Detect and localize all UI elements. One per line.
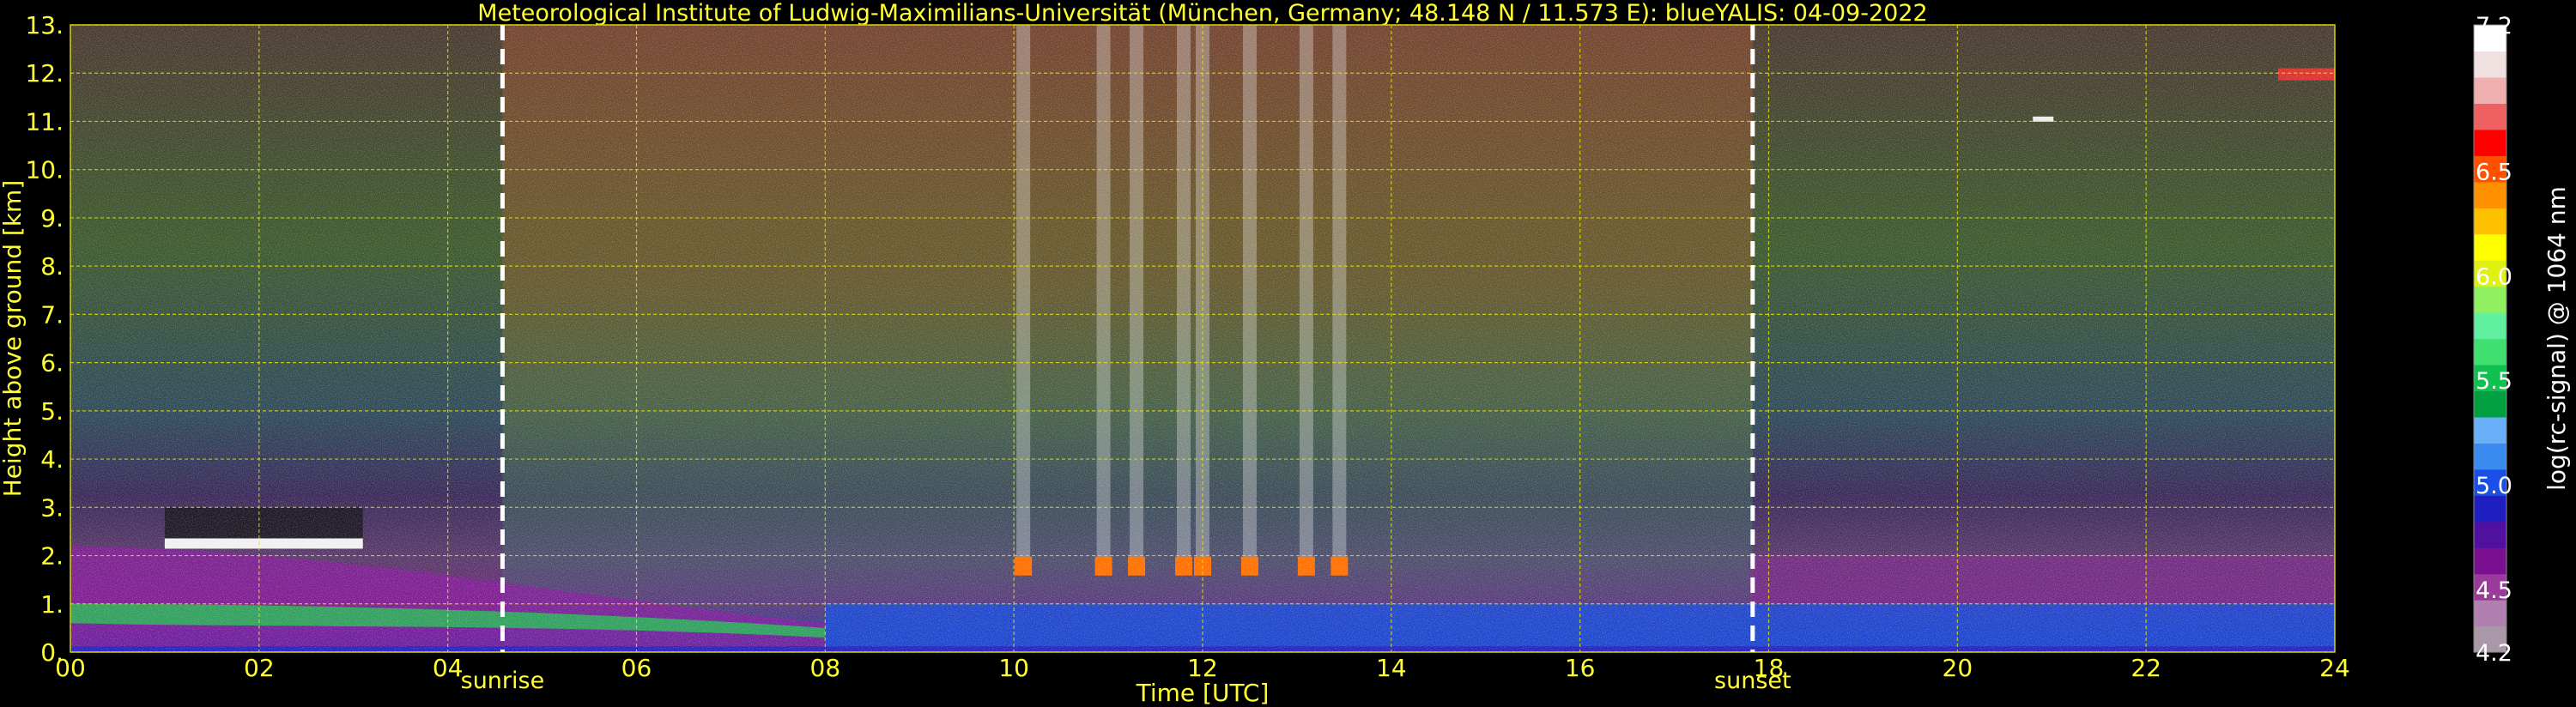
colorbar-swatch — [2474, 76, 2506, 104]
y-tick-label: 13. — [25, 11, 64, 39]
y-tick-label: 7. — [40, 300, 64, 329]
x-tick-label: 24 — [2319, 654, 2350, 682]
y-tick-label: 3. — [40, 493, 64, 522]
colorbar: 4.2 4.5 5.0 5.5 6.0 6.5 7.2 — [2473, 13, 2512, 667]
colorbar-swatch — [2474, 51, 2506, 78]
colorbar-swatch — [2474, 338, 2506, 366]
x-tick-label: 16 — [1565, 654, 1596, 682]
x-axis-label: Time [UTC] — [1136, 679, 1270, 707]
colorbar-label: log(rc-signal) @ 1064 nm — [2543, 186, 2571, 491]
y-tick-label: 0. — [40, 638, 64, 667]
x-tick-label: 06 — [621, 654, 652, 682]
colorbar-tick-label: 6.0 — [2476, 263, 2512, 290]
y-tick-label: 10. — [25, 156, 64, 184]
x-tick-label: 18 — [1754, 654, 1785, 682]
x-tick-label: 04 — [433, 654, 464, 682]
colorbar-tick-label: 6.5 — [2476, 160, 2512, 186]
colorbar-swatch — [2474, 103, 2506, 130]
colorbar-swatch — [2474, 521, 2506, 548]
x-tick-label: 10 — [998, 654, 1029, 682]
x-tick-label: 20 — [1943, 654, 1973, 682]
y-tick-label: 4. — [40, 445, 64, 474]
x-tick-label: 08 — [810, 654, 841, 682]
colorbar-tick-label: 4.5 — [2476, 577, 2512, 604]
y-axis-label: Height above ground [km] — [0, 180, 27, 498]
colorbar-tick-label: 5.0 — [2476, 473, 2512, 499]
y-tick-label: 1. — [40, 590, 64, 619]
colorbar-swatch — [2474, 312, 2506, 340]
lidar-chart: Meteorological Institute of Ludwig-Maxim… — [0, 0, 2571, 707]
y-tick-label: 2. — [40, 542, 64, 571]
colorbar-swatch — [2474, 233, 2506, 261]
colorbar-swatch — [2474, 416, 2506, 444]
colorbar-swatch — [2474, 129, 2506, 156]
colorbar-tick-label: 5.5 — [2476, 368, 2512, 395]
x-tick-label: 02 — [244, 654, 275, 682]
y-tick-label: 5. — [40, 397, 64, 426]
y-axis: 0. 1. 2. 3. 4. 5. 6. 7. 8. 9. 10. 11. 12. 13. — [25, 11, 64, 667]
colorbar-swatch — [2474, 208, 2506, 235]
y-tick-label: 9. — [40, 204, 64, 233]
colorbar-tick-label: 7.2 — [2476, 13, 2512, 39]
colorbar-swatch — [2474, 547, 2506, 575]
y-tick-label: 8. — [40, 252, 64, 281]
x-tick-label: 14 — [1376, 654, 1407, 682]
y-tick-label: 12. — [25, 59, 64, 88]
sun-marker-label: sunrise — [461, 668, 545, 694]
x-tick-label: 22 — [2131, 654, 2161, 682]
chart-title: Meteorological Institute of Ludwig-Maxim… — [477, 0, 1927, 27]
y-tick-label: 6. — [40, 349, 64, 378]
colorbar-tick-label: 4.2 — [2476, 640, 2512, 667]
y-tick-label: 11. — [25, 107, 64, 136]
colorbar-swatch — [2474, 443, 2506, 470]
